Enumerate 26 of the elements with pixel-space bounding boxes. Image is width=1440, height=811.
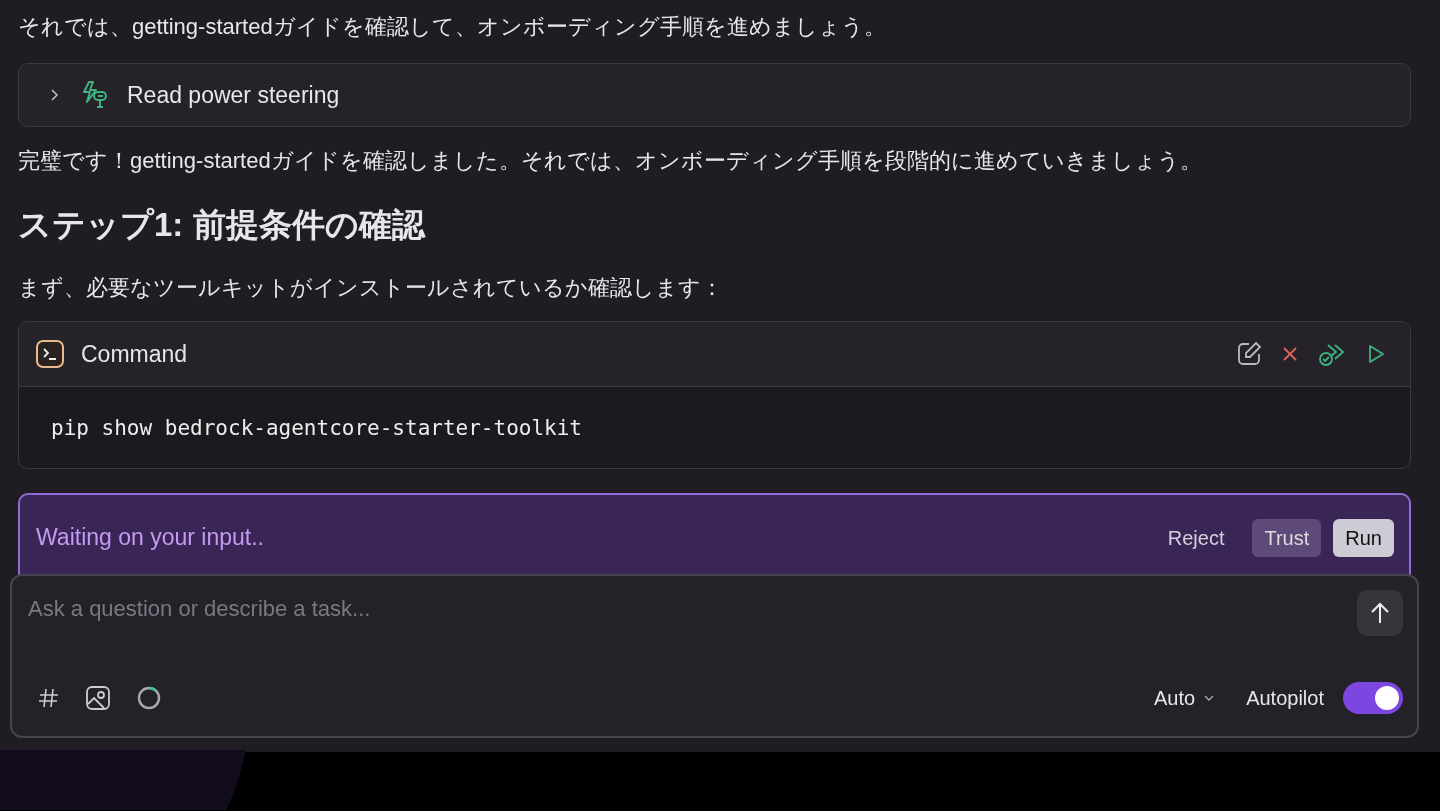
reject-button[interactable]: Reject (1155, 519, 1237, 557)
status-text: Waiting on your input.. (36, 523, 264, 552)
close-icon[interactable] (1282, 346, 1298, 362)
step-heading: ステップ1: 前提条件の確認 (18, 205, 427, 245)
progress-ring-icon (136, 685, 162, 711)
autopilot-toggle[interactable] (1343, 682, 1403, 714)
tool-step-row[interactable]: Read power steering (18, 63, 1411, 127)
autopilot-label: Autopilot (1246, 686, 1324, 710)
message-text: 完璧です！getting-startedガイドを確認しました。それでは、オンボーディング手順を段階的に進めていきましょう。 (18, 147, 1203, 175)
arrow-up-icon (1369, 601, 1391, 625)
caret-icon (1203, 694, 1216, 702)
send-button[interactable] (1357, 590, 1403, 636)
input-field[interactable]: Ask a question or describe a task... (28, 590, 1357, 622)
edit-icon[interactable] (1236, 341, 1262, 367)
run-button[interactable]: Run (1333, 519, 1394, 557)
mode-dropdown[interactable]: Auto (1148, 685, 1222, 711)
trust-button[interactable]: Trust (1252, 519, 1322, 557)
message-text: まず、必要なツールキットがインストールされているか確認します： (18, 274, 724, 302)
image-icon[interactable] (85, 685, 111, 711)
command-code: pip show bedrock-agentcore-starter-toolkit (51, 415, 582, 440)
message-text: それでは、getting-startedガイドを確認して、オンボーディング手順を進めましょう。 (18, 13, 887, 41)
run-all-icon[interactable] (1318, 341, 1346, 367)
terminal-icon (35, 339, 65, 369)
command-title: Command (81, 340, 188, 368)
play-icon[interactable] (1366, 343, 1386, 365)
hash-icon[interactable] (38, 687, 60, 709)
